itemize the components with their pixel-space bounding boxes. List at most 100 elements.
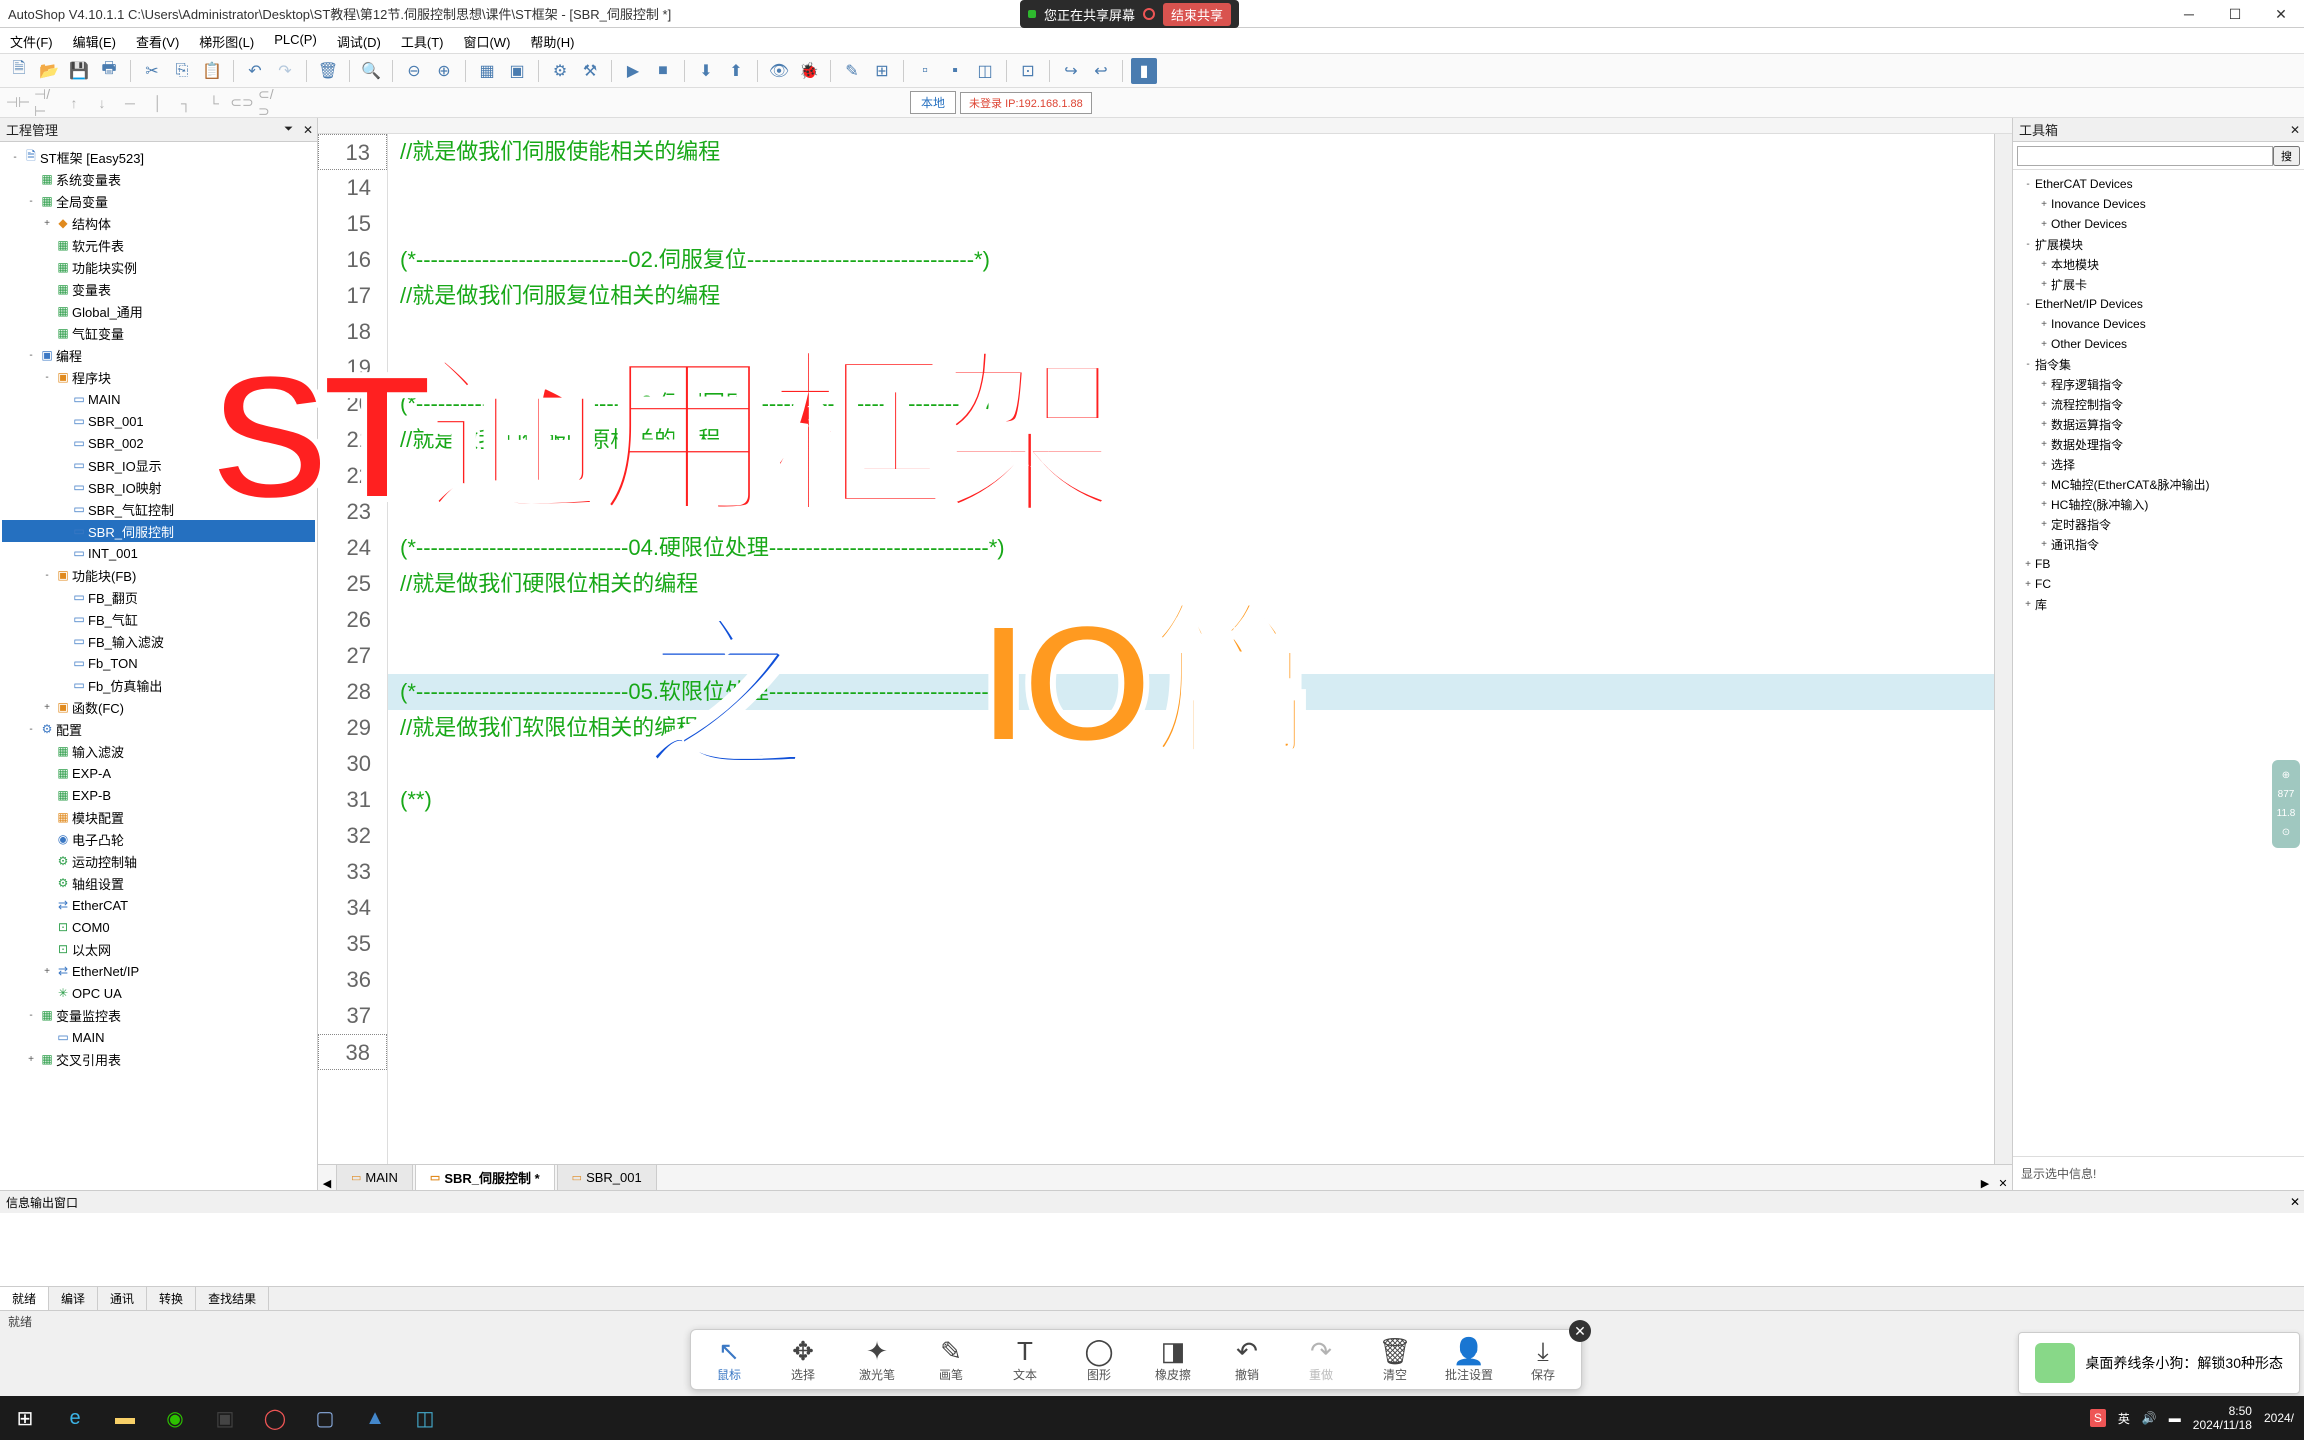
toolbox-node[interactable]: -EtherNet/IP Devices bbox=[2017, 294, 2300, 314]
toolbox-node[interactable]: +选择 bbox=[2017, 454, 2300, 474]
save-button[interactable]: 💾 bbox=[66, 58, 92, 84]
anno-选择[interactable]: ✥选择 bbox=[779, 1336, 827, 1383]
find-button[interactable]: 🔍 bbox=[358, 58, 384, 84]
tree-node[interactable]: ⚙轴组设置 bbox=[2, 872, 315, 894]
tray-icon[interactable]: ▬ bbox=[2169, 1411, 2181, 1425]
tile-button[interactable]: ▦ bbox=[474, 58, 500, 84]
tree-node[interactable]: -▣程序块 bbox=[2, 366, 315, 388]
delete-button[interactable]: 🗑 bbox=[315, 58, 341, 84]
toolbox-node[interactable]: -EtherCAT Devices bbox=[2017, 174, 2300, 194]
anno-鼠标[interactable]: ↖鼠标 bbox=[705, 1336, 753, 1383]
anno-重做[interactable]: ↷重做 bbox=[1297, 1336, 1345, 1383]
tree-node[interactable]: ▭MAIN bbox=[2, 388, 315, 410]
stop-share-button[interactable]: 结束共享 bbox=[1163, 3, 1231, 26]
tree-node[interactable]: -🗎ST框架 [Easy523] bbox=[2, 146, 315, 168]
toolbox-node[interactable]: +Inovance Devices bbox=[2017, 314, 2300, 334]
toolbox-search-button[interactable]: 搜 bbox=[2273, 146, 2300, 166]
tree-node[interactable]: ▭MAIN bbox=[2, 1026, 315, 1048]
toolbox-node[interactable]: +流程控制指令 bbox=[2017, 394, 2300, 414]
stop-button[interactable]: ■ bbox=[650, 58, 676, 84]
run-button[interactable]: ▶ bbox=[620, 58, 646, 84]
tree-node[interactable]: ◉电子凸轮 bbox=[2, 828, 315, 850]
status-tab[interactable]: 就绪 bbox=[0, 1287, 49, 1310]
toolbox-node[interactable]: +通讯指令 bbox=[2017, 534, 2300, 554]
toolbox-node[interactable]: -指令集 bbox=[2017, 354, 2300, 374]
cut-button[interactable]: ✂ bbox=[139, 58, 165, 84]
app-icon[interactable]: ◯ bbox=[250, 1396, 300, 1440]
clock[interactable]: 8:50 2024/11/18 bbox=[2193, 1404, 2252, 1432]
anno-图形[interactable]: ◯图形 bbox=[1075, 1336, 1123, 1383]
anno-画笔[interactable]: ✎画笔 bbox=[927, 1336, 975, 1383]
edge-icon[interactable]: e bbox=[50, 1396, 100, 1440]
debug-button[interactable]: 🐞 bbox=[796, 58, 822, 84]
tree-node[interactable]: ⇄EtherCAT bbox=[2, 894, 315, 916]
menu-item[interactable]: 窗口(W) bbox=[453, 28, 520, 53]
toolbox-node[interactable]: +数据运算指令 bbox=[2017, 414, 2300, 434]
toolbox-node[interactable]: +程序逻辑指令 bbox=[2017, 374, 2300, 394]
close-icon[interactable]: ✕ bbox=[303, 123, 313, 137]
tab-close-button[interactable]: ✕ bbox=[1994, 1177, 2012, 1190]
toolbox-node[interactable]: +FB bbox=[2017, 554, 2300, 574]
monitor-button[interactable]: 👁 bbox=[766, 58, 792, 84]
tree-node[interactable]: ▭FB_气缸 bbox=[2, 608, 315, 630]
tree-node[interactable]: ✳OPC UA bbox=[2, 982, 315, 1004]
tb-button[interactable]: ⊡ bbox=[1015, 58, 1041, 84]
tree-node[interactable]: ▭FB_翻页 bbox=[2, 586, 315, 608]
toolbox-node[interactable]: +定时器指令 bbox=[2017, 514, 2300, 534]
cascade-button[interactable]: ▣ bbox=[504, 58, 530, 84]
editor-tab[interactable]: ▭SBR_伺服控制 * bbox=[415, 1164, 555, 1190]
tree-node[interactable]: ▭SBR_002 bbox=[2, 432, 315, 454]
tree-node[interactable]: ▦Global_通用 bbox=[2, 300, 315, 322]
toolbox-node[interactable]: +FC bbox=[2017, 574, 2300, 594]
code-area[interactable]: //就是做我们伺服使能相关的编程(*----------------------… bbox=[388, 134, 1994, 1164]
tree-node[interactable]: ▦输入滤波 bbox=[2, 740, 315, 762]
toolbox-node[interactable]: +库 bbox=[2017, 594, 2300, 614]
anno-激光笔[interactable]: ✦激光笔 bbox=[853, 1336, 901, 1383]
tree-node[interactable]: ▦EXP-B bbox=[2, 784, 315, 806]
tree-node[interactable]: -▣编程 bbox=[2, 344, 315, 366]
compile-button[interactable]: ⚙ bbox=[547, 58, 573, 84]
menu-item[interactable]: PLC(P) bbox=[264, 28, 327, 53]
menu-item[interactable]: 编辑(E) bbox=[63, 28, 126, 53]
close-icon[interactable]: ✕ bbox=[2290, 1195, 2300, 1209]
tree-node[interactable]: -⚙配置 bbox=[2, 718, 315, 740]
menu-item[interactable]: 查看(V) bbox=[126, 28, 189, 53]
tree-node[interactable]: +▣函数(FC) bbox=[2, 696, 315, 718]
editor-tab[interactable]: ▭SBR_001 bbox=[557, 1164, 657, 1190]
side-gadget[interactable]: ⊕87711.8⊙ bbox=[2272, 760, 2300, 848]
toolbox-node[interactable]: +Other Devices bbox=[2017, 214, 2300, 234]
project-tree[interactable]: -🗎ST框架 [Easy523]▦系统变量表-▦全局变量+◆结构体▦软元件表▦功… bbox=[0, 142, 317, 1190]
app-icon[interactable]: ▲ bbox=[350, 1396, 400, 1440]
status-tab[interactable]: 转换 bbox=[147, 1287, 196, 1310]
tree-node[interactable]: ▦功能块实例 bbox=[2, 256, 315, 278]
toolbox-node[interactable]: -扩展模块 bbox=[2017, 234, 2300, 254]
tree-node[interactable]: +◆结构体 bbox=[2, 212, 315, 234]
tree-node[interactable]: ⊡以太网 bbox=[2, 938, 315, 960]
tree-node[interactable]: ▦系统变量表 bbox=[2, 168, 315, 190]
tb-button[interactable]: ▫ bbox=[912, 58, 938, 84]
tree-node[interactable]: ▦模块配置 bbox=[2, 806, 315, 828]
ime-indicator[interactable]: S bbox=[2090, 1409, 2106, 1427]
zoom-out-button[interactable]: ⊖ bbox=[401, 58, 427, 84]
tree-node[interactable]: ▭SBR_气缸控制 bbox=[2, 498, 315, 520]
menu-item[interactable]: 工具(T) bbox=[391, 28, 454, 53]
tab-next-button[interactable]: ▶ bbox=[1976, 1177, 1994, 1190]
tb-button[interactable]: ↩ bbox=[1088, 58, 1114, 84]
explorer-icon[interactable]: ▬ bbox=[100, 1396, 150, 1440]
build-button[interactable]: ⚒ bbox=[577, 58, 603, 84]
tree-node[interactable]: ▦气缸变量 bbox=[2, 322, 315, 344]
tb-button[interactable]: ◫ bbox=[972, 58, 998, 84]
tray-icon[interactable]: 🔊 bbox=[2142, 1411, 2157, 1425]
close-icon[interactable]: ✕ bbox=[2290, 123, 2300, 137]
anno-橡皮擦[interactable]: ◨橡皮擦 bbox=[1149, 1336, 1197, 1383]
tb-button[interactable]: ▮ bbox=[1131, 58, 1157, 84]
toolbox-node[interactable]: +本地模块 bbox=[2017, 254, 2300, 274]
app-icon[interactable]: ▣ bbox=[200, 1396, 250, 1440]
annotation-close-button[interactable]: ✕ bbox=[1569, 1320, 1591, 1342]
tree-node[interactable]: ▭SBR_001 bbox=[2, 410, 315, 432]
edit-mode-button[interactable]: ✎ bbox=[839, 58, 865, 84]
pin-icon[interactable]: ⏷ bbox=[284, 123, 293, 136]
close-button[interactable]: ✕ bbox=[2258, 0, 2304, 28]
print-button[interactable]: 🖶 bbox=[96, 58, 122, 84]
app-icon[interactable]: ▢ bbox=[300, 1396, 350, 1440]
